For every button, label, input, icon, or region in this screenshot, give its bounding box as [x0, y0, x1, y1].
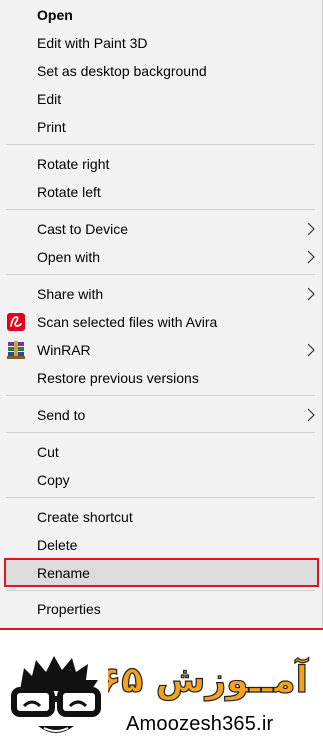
menu-item-label: Set as desktop background — [37, 63, 207, 79]
menu-item-restore-previous-versions[interactable]: Restore previous versions — [4, 364, 319, 392]
menu-separator — [6, 590, 315, 591]
menu-item-send-to[interactable]: Send to — [4, 401, 319, 429]
menu-item-winrar[interactable]: WinRAR — [4, 336, 319, 364]
menu-item-edit-with-paint-3d[interactable]: Edit with Paint 3D — [4, 29, 319, 57]
chevron-right-icon — [307, 408, 315, 422]
svg-text:آمــوزش ۳۶۵: آمــوزش ۳۶۵ — [108, 657, 310, 701]
menu-separator — [6, 497, 315, 498]
menu-item-label: Rotate right — [37, 156, 110, 172]
menu-separator — [6, 144, 315, 145]
chevron-right-icon — [307, 222, 315, 236]
menu-item-label: Cut — [37, 444, 59, 460]
site-url: Amoozesh365.ir — [126, 713, 274, 735]
menu-item-label: Rename — [37, 564, 90, 581]
menu-item-share-with[interactable]: Share with — [4, 280, 319, 308]
winrar-icon — [7, 341, 25, 359]
menu-separator — [6, 209, 315, 210]
menu-item-label: Print — [37, 119, 66, 135]
menu-item-label: Edit with Paint 3D — [37, 35, 148, 51]
menu-item-label: Cast to Device — [37, 221, 129, 237]
menu-item-create-shortcut[interactable]: Create shortcut — [4, 503, 319, 531]
chevron-right-icon — [307, 250, 315, 264]
menu-item-label: Open — [37, 7, 73, 23]
context-menu: Open Edit with Paint 3D Set as desktop b… — [0, 0, 323, 628]
menu-item-label: Open with — [37, 249, 101, 265]
menu-separator — [6, 274, 315, 275]
branding-footer: آمــوزش ۳۶۵ Amoozesh365.ir — [0, 630, 323, 752]
amoozesh365-wordmark: آمــوزش ۳۶۵ — [108, 656, 310, 701]
menu-item-rename[interactable]: Rename — [4, 558, 319, 587]
menu-item-edit[interactable]: Edit — [4, 85, 319, 113]
menu-item-label: WinRAR — [37, 342, 91, 358]
menu-item-delete[interactable]: Delete — [4, 531, 319, 559]
menu-item-properties[interactable]: Properties — [4, 595, 319, 623]
mascot-logo — [11, 656, 101, 733]
menu-item-open-with[interactable]: Open with — [4, 243, 319, 271]
menu-item-label: Rotate left — [37, 184, 101, 200]
avira-icon — [7, 313, 25, 331]
menu-item-label: Create shortcut — [37, 509, 133, 525]
menu-item-label: Restore previous versions — [37, 370, 199, 386]
menu-item-scan-with-avira[interactable]: Scan selected files with Avira — [4, 308, 319, 336]
menu-item-copy[interactable]: Copy — [4, 466, 319, 494]
menu-item-label: Share with — [37, 286, 104, 302]
chevron-right-icon — [307, 343, 315, 357]
menu-item-open[interactable]: Open — [4, 1, 319, 29]
menu-item-print[interactable]: Print — [4, 113, 319, 141]
menu-item-rotate-right[interactable]: Rotate right — [4, 150, 319, 178]
menu-item-set-as-desktop-background[interactable]: Set as desktop background — [4, 57, 319, 85]
menu-item-cut[interactable]: Cut — [4, 438, 319, 466]
menu-separator — [6, 432, 315, 433]
chevron-right-icon — [307, 287, 315, 301]
menu-item-rotate-left[interactable]: Rotate left — [4, 178, 319, 206]
menu-item-label: Copy — [37, 472, 70, 488]
menu-item-label: Properties — [37, 601, 101, 617]
menu-item-label: Edit — [37, 91, 62, 107]
menu-item-label: Delete — [37, 537, 78, 553]
menu-item-cast-to-device[interactable]: Cast to Device — [4, 215, 319, 243]
menu-item-label: Send to — [37, 407, 86, 423]
menu-item-label: Scan selected files with Avira — [37, 314, 218, 330]
menu-separator — [6, 395, 315, 396]
